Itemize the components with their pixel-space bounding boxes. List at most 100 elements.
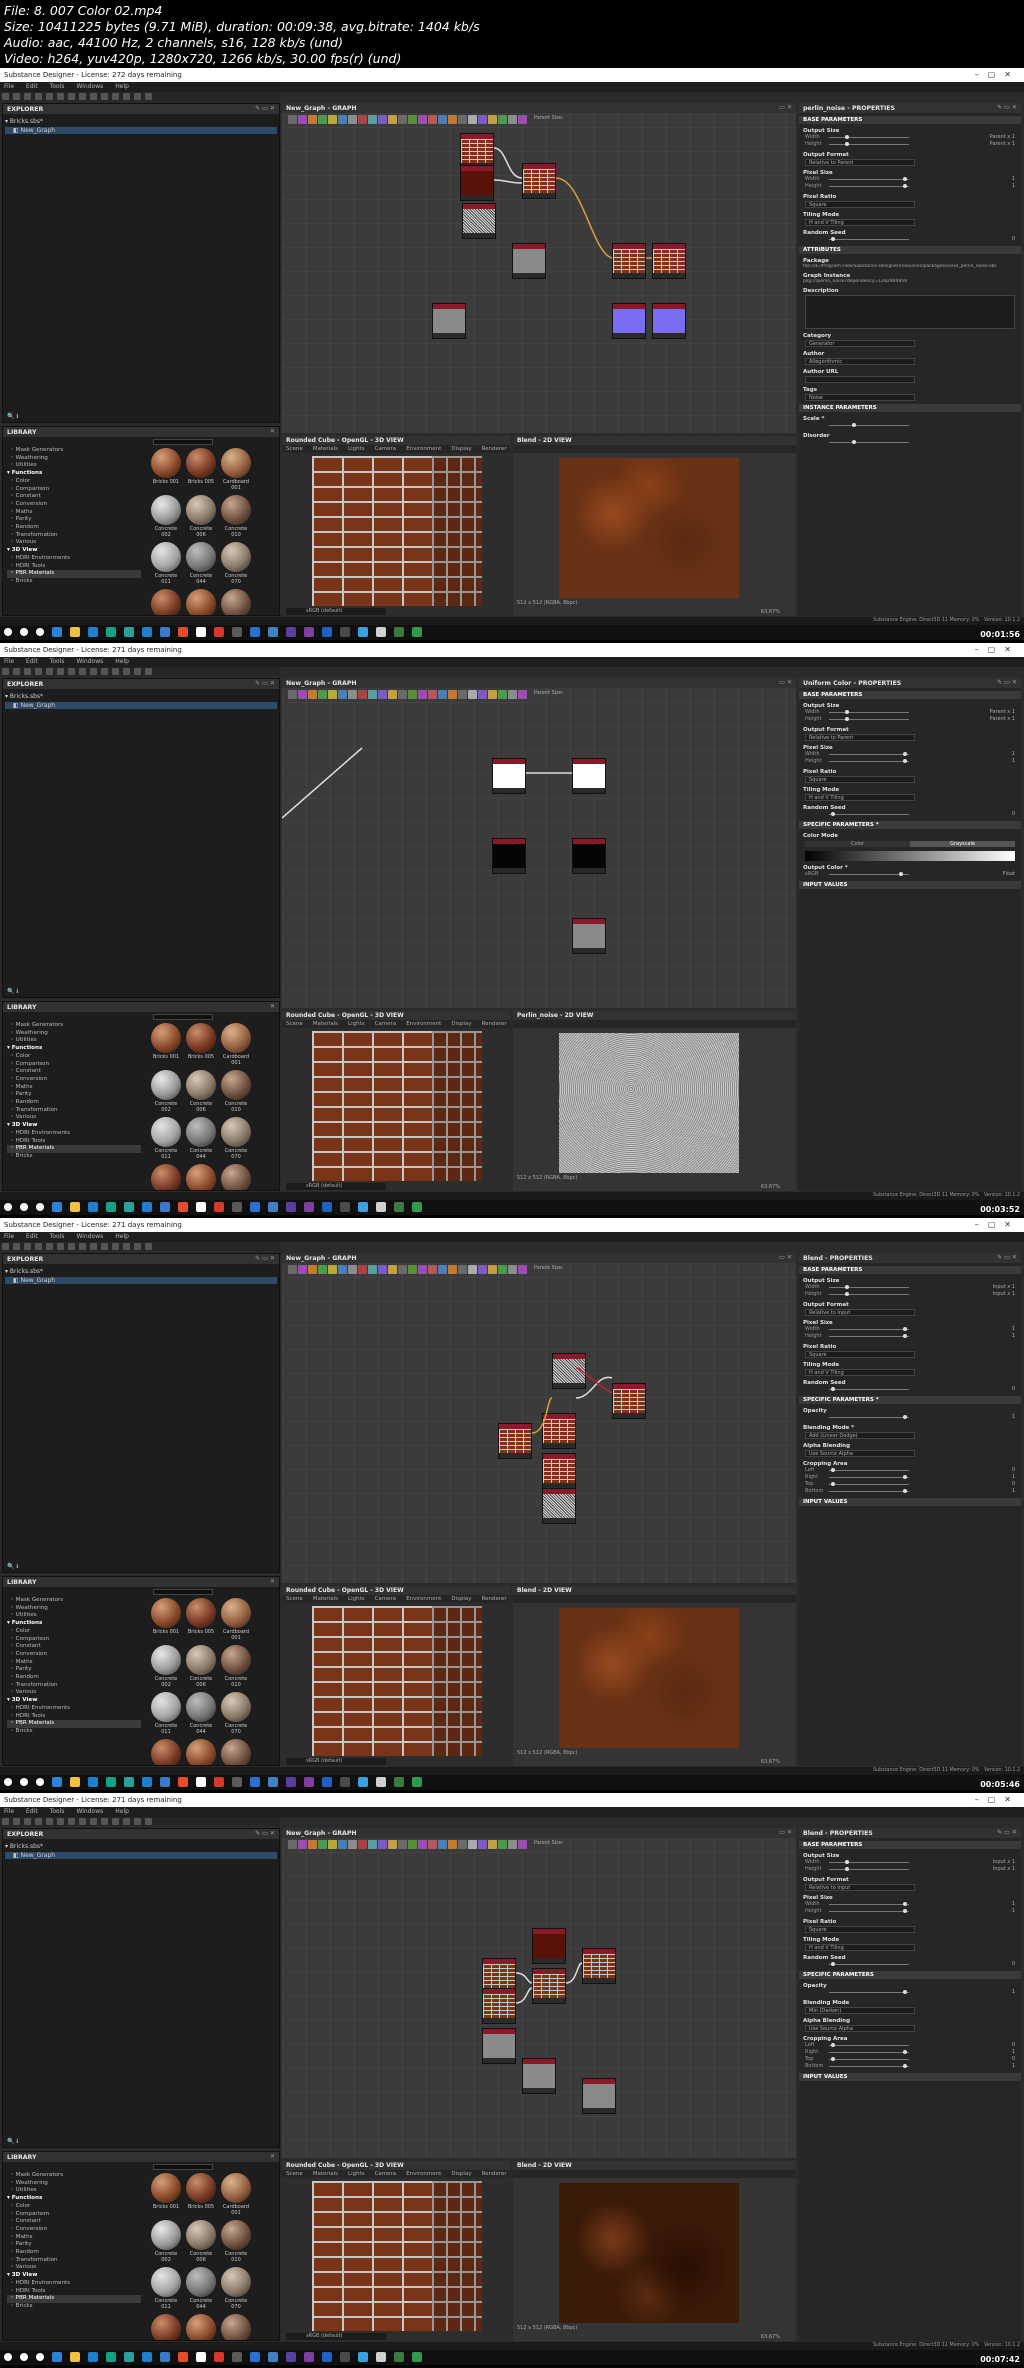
view-3d[interactable]: Rounded Cube - OpenGL - 3D VIEW Scene Mate… [282, 2161, 510, 2341]
property-slider-row[interactable]: 1 [799, 1414, 1021, 1421]
toolbar-icon[interactable] [2, 93, 9, 100]
menu-item[interactable]: Help [115, 1808, 129, 1815]
property-slider-row[interactable]: Top 0 [799, 1481, 1021, 1488]
toolbar-icon[interactable] [90, 1818, 97, 1825]
menu-item[interactable]: Windows [76, 83, 103, 90]
slider-track[interactable] [829, 144, 909, 145]
attribute-field[interactable]: Generator [805, 340, 915, 347]
toolbar-icon[interactable] [13, 668, 20, 675]
slider-track[interactable] [829, 442, 909, 443]
taskbar-app-icon[interactable] [124, 627, 134, 637]
toolbar-icon[interactable] [134, 1243, 141, 1250]
property-slider-row[interactable]: Left 0 [799, 1467, 1021, 1474]
property-slider-row[interactable]: Right 1 [799, 2049, 1021, 2056]
taskbar-app-icon[interactable] [412, 627, 422, 637]
view-2d[interactable]: Blend - 2D VIEW 512 x 512 (RGBA, 8bpc) 63.… [513, 436, 796, 616]
property-slider-row[interactable]: 0 [799, 1386, 1021, 1393]
explorer-footer-icons[interactable]: 🔍 ℹ [7, 413, 19, 420]
material-thumbnail[interactable]: Concrete 002 [150, 2220, 182, 2264]
slider-track[interactable] [829, 2059, 909, 2060]
window-controls[interactable]: –▢✕ [975, 1220, 1020, 1229]
material-thumbnail[interactable]: Concrete 010 [220, 495, 252, 539]
toolbar-icon[interactable] [35, 1818, 42, 1825]
material-thumbnail[interactable]: Concrete 006 [185, 2220, 217, 2264]
taskbar-windows-icon[interactable] [4, 1778, 12, 1786]
property-slider-row[interactable]: sRGB Float [799, 871, 1021, 878]
taskbar-app-icon[interactable] [124, 1777, 134, 1787]
taskbar-windows-icon[interactable] [4, 2353, 12, 2361]
taskbar-app-icon[interactable] [376, 1202, 386, 1212]
property-slider-row[interactable]: Left 0 [799, 2042, 1021, 2049]
view-3d-menu-item[interactable]: Environment [406, 1021, 441, 1027]
view-3d[interactable]: Rounded Cube - OpenGL - 3D VIEW Scene Mate… [282, 436, 510, 616]
library-category[interactable]: ◦ HDRI Tools [7, 2288, 141, 2296]
property-slider-row[interactable]: Width 1 [799, 1901, 1021, 1908]
material-thumbnail[interactable]: Cardboard 001 [220, 448, 252, 492]
library-category[interactable]: ◦ Transformation [7, 1682, 141, 1690]
section-header[interactable]: BASE PARAMETERS [799, 1841, 1021, 1849]
toolbar-icon[interactable] [101, 93, 108, 100]
toolbar-icon[interactable] [112, 1818, 119, 1825]
property-slider-row[interactable]: 0 [799, 236, 1021, 243]
attribute-field[interactable]: Noise [805, 394, 915, 401]
toolbar-icon[interactable] [13, 1243, 20, 1250]
library-category[interactable]: ◦ Constant [7, 493, 141, 501]
toolbar-icon[interactable] [79, 668, 86, 675]
slider-handle[interactable] [830, 1468, 835, 1472]
slider-track[interactable] [829, 1470, 909, 1471]
taskbar-folder-icon[interactable] [70, 627, 80, 637]
slider-track[interactable] [829, 719, 909, 720]
slider-handle[interactable] [903, 177, 908, 181]
view-3d-menu-item[interactable]: Display [451, 1021, 471, 1027]
toolbar-icon[interactable] [46, 1818, 53, 1825]
taskbar-app-icon[interactable] [160, 627, 170, 637]
taskbar-app-icon[interactable] [106, 627, 116, 637]
library-category[interactable]: ◦ Constant [7, 1068, 141, 1076]
menu-item[interactable]: Help [115, 83, 129, 90]
material-thumbnail[interactable]: Concrete 010 [220, 2220, 252, 2264]
slider-handle[interactable] [903, 1415, 908, 1419]
toolbar-icon[interactable] [79, 93, 86, 100]
taskbar-app-icon[interactable] [286, 2352, 296, 2362]
slider-track[interactable] [829, 754, 909, 755]
material-thumbnail[interactable]: Concrete 002 [150, 495, 182, 539]
taskbar-search-icon[interactable] [20, 628, 28, 636]
library-category[interactable]: ◦ Various [7, 2264, 141, 2272]
taskbar-app-icon[interactable] [268, 1202, 278, 1212]
toolbar-icon[interactable] [68, 1243, 75, 1250]
taskbar-chrome-icon[interactable] [52, 1777, 62, 1787]
material-thumbnail[interactable]: Concrete 011 [150, 542, 182, 586]
taskbar-chrome-icon[interactable] [52, 1202, 62, 1212]
view-3d[interactable]: Rounded Cube - OpenGL - 3D VIEW Scene Mate… [282, 1586, 510, 1766]
library-category[interactable]: ◦ PBR Materials [7, 570, 141, 578]
slider-track[interactable] [829, 1862, 909, 1863]
library-category[interactable]: ◦ Random [7, 524, 141, 532]
material-thumbnail[interactable] [185, 1164, 217, 1190]
library-category[interactable]: ▾ 3D View [7, 547, 141, 555]
toolbar-icon[interactable] [24, 1243, 31, 1250]
material-thumbnail[interactable] [220, 589, 252, 615]
taskbar-app-icon[interactable] [160, 1202, 170, 1212]
panel-controls[interactable]: ✎ ▭ ✕ [997, 104, 1017, 111]
view-3d-menu-item[interactable]: Display [451, 2171, 471, 2177]
library-category[interactable]: ◦ Parity [7, 516, 141, 524]
slider-handle[interactable] [903, 759, 908, 763]
library-category[interactable]: ◦ Color [7, 478, 141, 486]
slider-handle[interactable] [903, 2050, 908, 2054]
taskbar-app-icon[interactable] [196, 1777, 206, 1787]
slider-track[interactable] [829, 2052, 909, 2053]
view-3d-menu-item[interactable]: Renderer [482, 2171, 507, 2177]
toolbar-icon[interactable] [145, 1818, 152, 1825]
taskbar-app-icon[interactable] [106, 2352, 116, 2362]
material-thumbnail[interactable]: Bricks 005 [185, 2173, 217, 2217]
taskbar-app-icon[interactable] [358, 2352, 368, 2362]
taskbar-app-icon[interactable] [340, 1777, 350, 1787]
taskbar-app-icon[interactable] [304, 1202, 314, 1212]
material-thumbnail[interactable] [185, 2314, 217, 2340]
slider-handle[interactable] [903, 752, 908, 756]
taskbar-app-icon[interactable] [88, 1202, 98, 1212]
graph-canvas[interactable]: New_Graph - GRAPH ▭ ✕ Parent Size: [282, 1253, 796, 1583]
material-thumbnail[interactable]: Bricks 001 [150, 1023, 182, 1067]
property-slider-row[interactable]: Top 0 [799, 2056, 1021, 2063]
toolbar-icon[interactable] [134, 93, 141, 100]
